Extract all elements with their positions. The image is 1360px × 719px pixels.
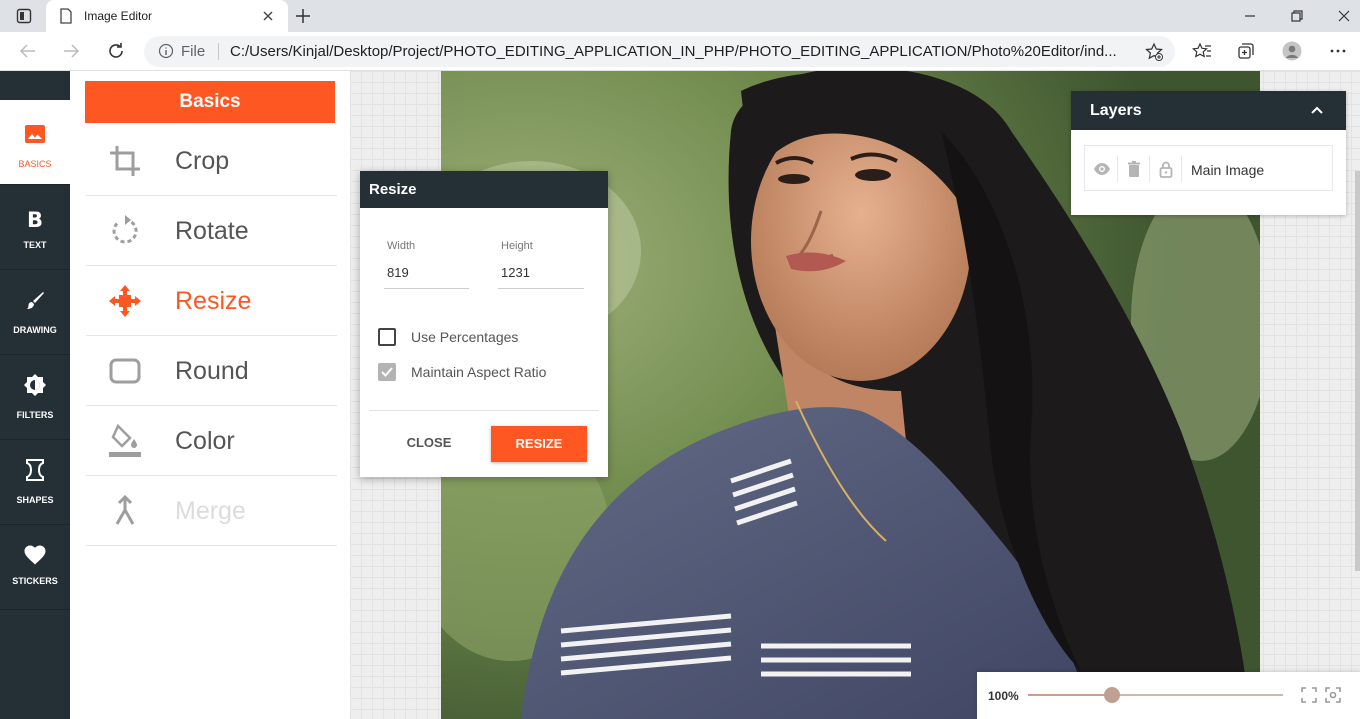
rotate-icon [112, 215, 138, 244]
address-scheme-label: File [181, 43, 206, 60]
trash-icon[interactable] [1125, 160, 1143, 178]
nav-drawing[interactable]: DRAWING [0, 270, 70, 355]
nav-basics[interactable]: BASICS [0, 100, 70, 185]
tool-label: Round [175, 357, 249, 385]
tool-label: Merge [175, 497, 246, 525]
nav-shapes[interactable]: SHAPES [0, 440, 70, 525]
resize-arrows-icon [109, 285, 141, 317]
nav-stickers[interactable]: STICKERS [0, 525, 70, 610]
tool-label: Crop [175, 147, 230, 175]
chevron-up-icon[interactable] [1309, 102, 1325, 118]
canvas-scrollbar[interactable] [1355, 171, 1360, 571]
dialog-divider [369, 410, 599, 411]
actual-size-icon[interactable] [1325, 687, 1341, 703]
paint-bucket-icon [109, 424, 141, 457]
refresh-icon[interactable] [106, 41, 126, 61]
heart-icon [24, 545, 46, 565]
layer-divider [1149, 156, 1150, 182]
zoom-slider[interactable] [1028, 687, 1283, 703]
dialog-title: Resize [360, 171, 608, 208]
info-icon[interactable] [158, 43, 174, 59]
back-icon[interactable] [18, 41, 38, 61]
close-window-icon[interactable] [1334, 6, 1354, 26]
brush-icon [27, 292, 44, 309]
address-divider [218, 43, 219, 60]
bold-icon: B [27, 208, 43, 231]
nav-label: STICKERS [12, 576, 58, 586]
forward-icon[interactable] [61, 41, 81, 61]
rounded-rectangle-icon [109, 358, 141, 384]
crop-icon [110, 146, 140, 176]
resize-dialog: Resize Width 819 Height 1231 Use Percent… [360, 171, 608, 477]
basics-panel: Basics Crop Rotate Resize Round Color Me… [70, 71, 350, 719]
tool-round[interactable]: Round [86, 336, 337, 406]
layers-title: Layers [1090, 102, 1142, 119]
tool-label: Resize [175, 287, 252, 315]
layers-header[interactable]: Layers [1071, 91, 1346, 130]
use-percentages-checkbox[interactable] [378, 328, 396, 346]
width-label: Width [387, 240, 416, 252]
checkmark-icon [381, 367, 393, 377]
profile-avatar-icon[interactable] [1282, 41, 1302, 61]
add-favorite-icon[interactable] [1144, 42, 1164, 62]
brightness-icon [24, 374, 46, 396]
layers-panel: Layers Main Image [1071, 91, 1346, 215]
hourglass-shape-icon [26, 459, 44, 481]
layer-divider [1117, 156, 1118, 182]
document-icon [60, 8, 72, 24]
use-percentages-label: Use Percentages [411, 329, 519, 345]
maintain-aspect-label: Maintain Aspect Ratio [411, 364, 547, 380]
tool-merge[interactable]: Merge [86, 476, 337, 546]
nav-label: TEXT [23, 240, 47, 250]
tool-label: Rotate [175, 217, 249, 245]
nav-label: FILTERS [16, 410, 54, 420]
fit-to-screen-icon[interactable] [1301, 687, 1317, 703]
minimize-icon[interactable] [1240, 6, 1260, 26]
tool-rotate[interactable]: Rotate [86, 196, 337, 266]
width-input[interactable]: 819 [384, 263, 469, 289]
close-tab-icon[interactable] [260, 8, 276, 24]
panel-title: Basics [85, 81, 335, 123]
layer-divider [1181, 156, 1182, 182]
nav-text[interactable]: B TEXT [0, 185, 70, 270]
url-text[interactable]: C:/Users/Kinjal/Desktop/Project/PHOTO_ED… [230, 43, 1117, 60]
tool-crop[interactable]: Crop [86, 126, 337, 196]
close-button[interactable]: CLOSE [398, 427, 460, 459]
maintain-aspect-checkbox[interactable] [378, 363, 396, 381]
new-tab-icon[interactable] [294, 7, 312, 25]
nav-label: BASICS [18, 159, 52, 169]
browser-toolbar: File C:/Users/Kinjal/Desktop/Project/PHO… [0, 32, 1360, 71]
layer-item[interactable]: Main Image [1084, 145, 1333, 191]
image-icon [25, 125, 45, 143]
nav-label: DRAWING [13, 325, 57, 335]
layer-name: Main Image [1191, 162, 1265, 178]
window-menu-icon[interactable] [16, 8, 32, 24]
eye-icon[interactable] [1093, 160, 1111, 178]
zoom-slider-thumb[interactable] [1104, 687, 1121, 703]
tool-resize[interactable]: Resize [86, 266, 337, 336]
nav-label: SHAPES [16, 495, 54, 505]
address-bar[interactable]: File C:/Users/Kinjal/Desktop/Project/PHO… [144, 36, 1175, 67]
browser-tab[interactable]: Image Editor [46, 0, 288, 32]
browser-tab-bar: Image Editor [0, 0, 1360, 32]
tool-label: Color [175, 427, 235, 455]
image-editor-app: BASICS B TEXT DRAWING FILTERS SHAPES STI… [0, 71, 1360, 719]
merge-icon [115, 494, 135, 525]
tool-color[interactable]: Color [86, 406, 337, 476]
lock-icon[interactable] [1157, 160, 1175, 178]
resize-button[interactable]: RESIZE [491, 426, 587, 462]
nav-filters[interactable]: FILTERS [0, 355, 70, 440]
zoom-slider-fill [1028, 694, 1113, 696]
height-label: Height [501, 240, 533, 252]
restore-icon[interactable] [1287, 6, 1307, 26]
favorites-icon[interactable] [1192, 41, 1212, 61]
collections-icon[interactable] [1236, 41, 1256, 61]
svg-text:B: B [27, 208, 43, 231]
tab-title: Image Editor [84, 9, 153, 23]
zoom-value: 100% [988, 689, 1019, 703]
left-navigation: BASICS B TEXT DRAWING FILTERS SHAPES STI… [0, 71, 70, 719]
height-input[interactable]: 1231 [498, 263, 584, 289]
zoom-bar: 100% [977, 672, 1360, 719]
more-options-icon[interactable] [1328, 41, 1348, 61]
